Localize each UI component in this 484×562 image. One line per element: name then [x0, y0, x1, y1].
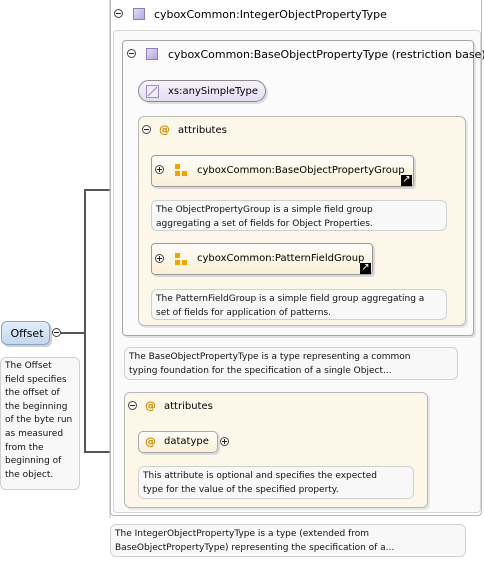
group-2-doc-line-1: The PatternFieldGroup is a simple field …	[156, 294, 425, 304]
complex-type-icon	[146, 48, 158, 60]
root-doc-line-5: of the byte run	[5, 415, 73, 426]
group-2-doc: The PatternFieldGroup is a simple field …	[151, 289, 447, 320]
group-2-name: cyboxCommon:PatternFieldGroup	[197, 253, 365, 264]
base-type-doc-line-2: typing foundation for the specification …	[129, 366, 392, 376]
root-doc-line-1: The Offset	[5, 361, 52, 371]
datatype-doc-line-1: This attribute is optional and specifies…	[143, 471, 378, 481]
root-doc-line-9: the object.	[5, 469, 54, 480]
root-doc-line-6: as measured	[5, 428, 64, 439]
root-element-name: Offset	[10, 327, 44, 340]
simple-type-icon	[146, 85, 159, 98]
group-1-name: cyboxCommon:BaseObjectPropertyGroup	[197, 165, 405, 176]
at-sign-icon: @	[145, 435, 156, 448]
group-1-doc: The ObjectPropertyGroup is a simple fiel…	[151, 200, 447, 231]
integer-type-toggle[interactable]	[114, 9, 123, 18]
link-arrow-icon[interactable]	[401, 173, 412, 186]
group-1-doc-line-2: aggregating a set of fields for Object P…	[156, 219, 373, 229]
attributes-inner-toggle[interactable]	[142, 125, 151, 134]
attributes-inner-label: attributes	[178, 125, 227, 136]
root-doc-line-2: field specifies	[5, 374, 67, 385]
attributes-outer-toggle[interactable]	[128, 401, 137, 410]
root-doc-line-3: the offset of	[5, 388, 60, 399]
datatype-doc-line-2: type for the value of the specified prop…	[143, 485, 339, 495]
at-sign-icon: @	[159, 123, 170, 136]
simple-type-name: xs:anySimpleType	[168, 86, 258, 97]
base-type-toggle[interactable]	[127, 49, 136, 58]
datatype-expand-toggle[interactable]	[220, 437, 229, 446]
group-2-expand-toggle[interactable]	[155, 254, 164, 263]
attributes-outer-label: attributes	[164, 401, 213, 412]
at-sign-icon: @	[145, 399, 156, 412]
root-doc-line-4: the beginning	[5, 401, 68, 412]
integer-type-doc: The IntegerObjectPropertyType is a type …	[110, 524, 466, 557]
group-1-doc-line-1: The ObjectPropertyGroup is a simple fiel…	[156, 205, 373, 215]
root-toggle[interactable]	[52, 328, 61, 337]
integer-type-name: cyboxCommon:IntegerObjectPropertyType	[154, 8, 387, 21]
group-1-expand-toggle[interactable]	[155, 165, 164, 174]
base-type-doc: The BaseObjectPropertyType is a type rep…	[124, 347, 458, 380]
datatype-name: datatype	[164, 436, 209, 447]
complex-type-icon	[133, 8, 145, 20]
group-2-doc-line-2: set of fields for application of pattern…	[156, 308, 332, 318]
base-type-name: cyboxCommon:BaseObjectPropertyType (rest…	[168, 48, 484, 61]
root-doc-line-8: beginning of	[5, 456, 62, 467]
link-arrow-icon[interactable]	[360, 261, 371, 274]
datatype-doc: This attribute is optional and specifies…	[138, 466, 414, 499]
root-doc: The Offset field specifies the offset of…	[0, 357, 80, 490]
attribute-group-icon	[175, 253, 187, 265]
attribute-group-icon	[175, 164, 187, 176]
base-type-doc-line-1: The BaseObjectPropertyType is a type rep…	[129, 352, 411, 362]
integer-type-doc-line-1: The IntegerObjectPropertyType is a type …	[115, 529, 370, 539]
root-doc-line-7: from the	[5, 442, 44, 453]
integer-type-doc-line-2: BaseObjectPropertyType) representing the…	[115, 543, 395, 553]
